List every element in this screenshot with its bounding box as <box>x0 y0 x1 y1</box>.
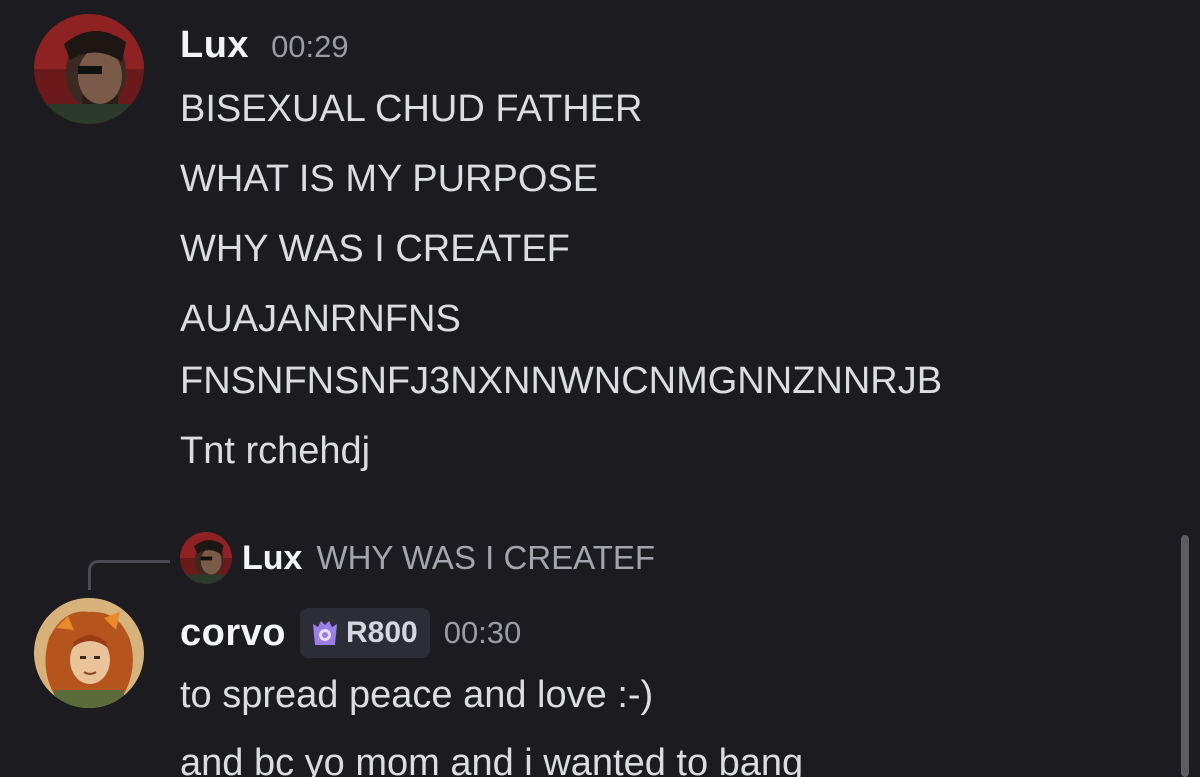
avatar-lux[interactable] <box>34 14 144 124</box>
reply-username[interactable]: Lux <box>242 539 302 578</box>
message-text: FNSNFNSNFJ3NXNNWNCNMGNNZNNRJB <box>180 360 943 402</box>
avatar-corvo[interactable] <box>34 598 144 708</box>
message-text: to spread peace and love :-) <box>180 674 654 716</box>
guild-tag-badge[interactable]: R800 <box>299 608 430 658</box>
message-text: BISEXUAL CHUD FATHER <box>180 88 643 130</box>
message-text: WHAT IS MY PURPOSE <box>180 158 599 200</box>
reply-connector <box>88 560 170 590</box>
timestamp: 00:30 <box>443 615 522 650</box>
reply-avatar-lux <box>180 532 232 584</box>
message-text: Tnt rchehdj <box>180 430 371 472</box>
username-corvo[interactable]: corvo <box>180 612 286 655</box>
message-lux: Lux 00:29 BISEXUAL CHUD FATHER WHAT IS M… <box>0 0 1170 500</box>
guild-tag-label: R800 <box>345 616 418 649</box>
username-lux[interactable]: Lux <box>180 24 249 67</box>
message-text: WHY WAS I CREATEF <box>180 228 570 270</box>
timestamp: 00:29 <box>271 29 349 64</box>
reply-reference[interactable]: Lux WHY WAS I CREATEF <box>180 532 655 584</box>
guild-tag-icon <box>310 618 340 648</box>
scrollbar[interactable] <box>1181 535 1189 777</box>
message-corvo: corvo R800 00:30 to spread peace and lov… <box>0 590 1170 777</box>
message-text: AUAJANRNFNS <box>180 298 461 340</box>
message-text: and bc yo mom and i wanted to bang <box>180 742 804 777</box>
reply-preview-text: WHY WAS I CREATEF <box>316 539 656 576</box>
